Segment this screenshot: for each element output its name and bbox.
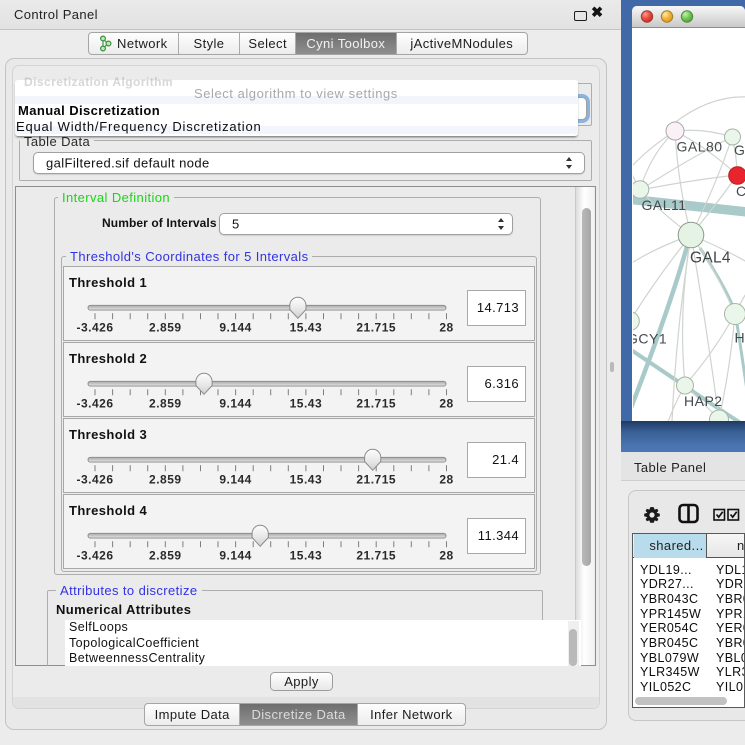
svg-text:28: 28 [439, 473, 453, 487]
svg-text:9.144: 9.144 [219, 473, 252, 487]
svg-text:GAL4: GAL4 [690, 250, 731, 267]
svg-text:GCY1: GCY1 [633, 331, 667, 347]
svg-text:15.43: 15.43 [290, 473, 323, 487]
svg-text:2.859: 2.859 [149, 321, 182, 335]
svg-text:HI: HI [735, 330, 745, 346]
svg-text:9.144: 9.144 [219, 397, 252, 411]
svg-text:GA: GA [734, 142, 745, 158]
svg-text:15.43: 15.43 [290, 321, 323, 335]
svg-text:-3.426: -3.426 [76, 321, 113, 335]
svg-text:21.715: 21.715 [356, 321, 396, 335]
svg-text:2.859: 2.859 [149, 473, 182, 487]
svg-text:9.144: 9.144 [219, 549, 252, 563]
svg-text:-3.426: -3.426 [76, 397, 113, 411]
svg-text:C: C [736, 183, 745, 199]
svg-text:21.715: 21.715 [356, 397, 396, 411]
svg-text:2.859: 2.859 [149, 397, 182, 411]
svg-text:21.715: 21.715 [356, 549, 396, 563]
svg-text:-3.426: -3.426 [76, 473, 113, 487]
svg-text:-3.426: -3.426 [76, 549, 113, 563]
svg-text:28: 28 [439, 549, 453, 563]
svg-text:28: 28 [439, 397, 453, 411]
svg-text:HAP2: HAP2 [684, 393, 723, 409]
svg-text:15.43: 15.43 [290, 549, 323, 563]
svg-text:2.859: 2.859 [149, 549, 182, 563]
svg-text:21.715: 21.715 [356, 473, 396, 487]
svg-text:GAL80: GAL80 [677, 139, 723, 155]
svg-text:15.43: 15.43 [290, 397, 323, 411]
svg-text:GAL11: GAL11 [642, 197, 687, 213]
svg-text:28: 28 [439, 321, 453, 335]
svg-text:9.144: 9.144 [219, 321, 252, 335]
